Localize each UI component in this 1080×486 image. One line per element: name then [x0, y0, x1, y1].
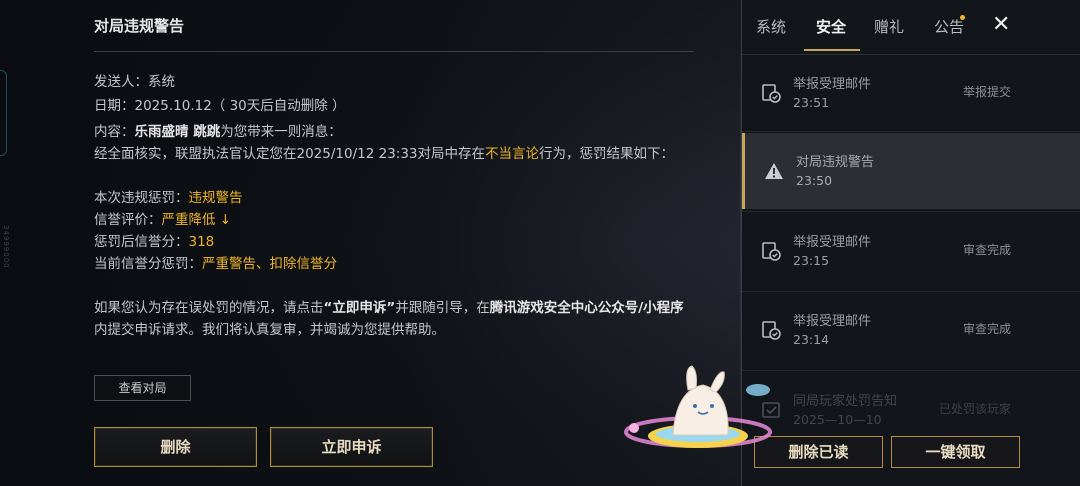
score-label: 惩罚后信誉分： — [94, 234, 189, 250]
title-divider — [94, 51, 694, 52]
mail-item-title: 举报受理邮件 — [793, 235, 872, 250]
appeal-prefix: 如果您认为存在误处罚的情况，请点击 — [94, 300, 324, 316]
report-check-icon — [762, 242, 781, 261]
verdict-suffix: 行为，惩罚结果如下： — [539, 146, 675, 162]
date-value: 2025.10.12 — [134, 98, 212, 114]
mail-list-item-selected[interactable]: 对局违规警告 23:50 — [742, 133, 1080, 209]
delete-button[interactable]: 删除 — [94, 427, 257, 467]
active-tab-underline — [804, 49, 860, 51]
mail-list-item[interactable]: 举报受理邮件 23:14 审查完成 — [742, 292, 1080, 368]
claim-all-button[interactable]: 一键领取 — [891, 436, 1020, 468]
mail-item-time: 23:14 — [793, 332, 830, 347]
tab-security[interactable]: 安全 — [816, 16, 846, 37]
mail-item-time: 23:15 — [793, 253, 830, 268]
mail-item-title: 举报受理邮件 — [793, 314, 872, 329]
tab-system[interactable]: 系统 — [756, 16, 786, 37]
rating-label: 信誉评价： — [94, 212, 162, 228]
content-label: 内容： — [94, 124, 135, 140]
reporter-names: 乐雨盛晴 跳跳 — [134, 124, 221, 140]
rating-value: 严重降低 ↓ — [161, 212, 232, 228]
penalty-line: 本次违规惩罚：违规警告 — [94, 186, 243, 206]
date-label: 日期： — [94, 98, 135, 114]
mail-item-status: 举报提交 — [962, 85, 1011, 99]
view-match-button[interactable]: 查看对局 — [94, 375, 191, 401]
content-intro-suffix: 为您带来一则消息： — [220, 124, 342, 140]
appeal-middle: 并跟随引导，在 — [395, 300, 490, 316]
mail-item-title: 举报受理邮件 — [793, 77, 872, 92]
sender-value: 系统 — [148, 74, 175, 90]
sender-line: 发送人：系统 — [94, 70, 175, 90]
tab-announcements[interactable]: 公告 — [934, 16, 964, 37]
list-divider — [742, 211, 1080, 212]
mail-list-item[interactable]: 举报受理邮件 23:15 审查完成 — [742, 213, 1080, 289]
side-tab-handle[interactable] — [0, 70, 7, 156]
current-penalty-line: 当前信誉分惩罚：严重警告、扣除信誉分 — [94, 252, 337, 272]
score-line: 惩罚后信誉分：318 — [94, 230, 214, 250]
date-line: 日期：2025.10.12（ 30天后自动删除 ） — [94, 94, 346, 114]
side-id-number: 34999000 — [2, 225, 10, 269]
mail-tabs: 系统 安全 赠礼 公告 ✕ — [742, 0, 1080, 55]
mail-item-time: 23:50 — [796, 173, 833, 188]
mail-item-status: 审查完成 — [962, 243, 1011, 257]
mail-list-item[interactable]: 举报受理邮件 23:51 举报提交 — [742, 55, 1080, 131]
report-check-icon — [762, 321, 781, 340]
score-value: 318 — [188, 234, 215, 250]
penalty-value: 违规警告 — [188, 190, 243, 206]
verdict-line: 经全面核实，联盟执法官认定您在2025/10/12 23:33对局中存在不当言论… — [94, 142, 674, 162]
mail-item-title: 对局违规警告 — [796, 155, 875, 170]
appeal-line-2: 内提交申诉请求。我们将认真复审，并竭诚为您提供帮助。 — [94, 322, 445, 338]
mail-item-time: 2025—10—10 — [793, 412, 882, 427]
current-penalty-value: 严重警告、扣除信誉分 — [202, 256, 337, 272]
mascot-decoration — [624, 365, 772, 448]
mail-item-time: 23:51 — [793, 95, 830, 110]
mail-item-status: 已处罚该玩家 — [938, 402, 1011, 416]
report-check-icon — [762, 84, 781, 103]
announcement-dot — [960, 15, 965, 20]
list-divider — [742, 370, 1080, 371]
appeal-button[interactable]: 立即申诉 — [270, 427, 433, 467]
mail-list-panel: 系统 安全 赠礼 公告 ✕ 举报受理邮件 23:51 举报提交 对局违规警告 2… — [741, 0, 1080, 486]
list-divider — [742, 131, 1080, 132]
tab-gifts[interactable]: 赠礼 — [874, 16, 904, 37]
date-note: （ 30天后自动删除 ） — [211, 98, 346, 114]
sender-label: 发送人： — [94, 74, 148, 90]
violation-type: 不当言论 — [485, 146, 540, 162]
appeal-line-1: 如果您认为存在误处罚的情况，请点击“立即申诉”并跟随引导，在腾讯游戏安全中心公众… — [94, 296, 684, 316]
content-intro-line: 内容：乐雨盛晴 跳跳为您带来一则消息： — [94, 120, 342, 140]
rating-line: 信誉评价：严重降低 ↓ — [94, 208, 231, 228]
warning-icon — [765, 163, 783, 179]
verdict-prefix: 经全面核实，联盟执法官认定您在2025/10/12 23:33对局中存在 — [94, 146, 486, 162]
appeal-channel: 腾讯游戏安全中心公众号/小程序 — [489, 300, 684, 316]
mail-item-title: 同局玩家处罚告知 — [793, 394, 898, 409]
appeal-button-ref: “立即申诉” — [323, 300, 396, 316]
penalty-label: 本次违规惩罚： — [94, 190, 189, 206]
mail-item-status: 审查完成 — [962, 322, 1011, 336]
current-penalty-label: 当前信誉分惩罚： — [94, 256, 202, 272]
close-icon[interactable]: ✕ — [992, 12, 1010, 37]
mail-title: 对局违规警告 — [94, 17, 185, 35]
